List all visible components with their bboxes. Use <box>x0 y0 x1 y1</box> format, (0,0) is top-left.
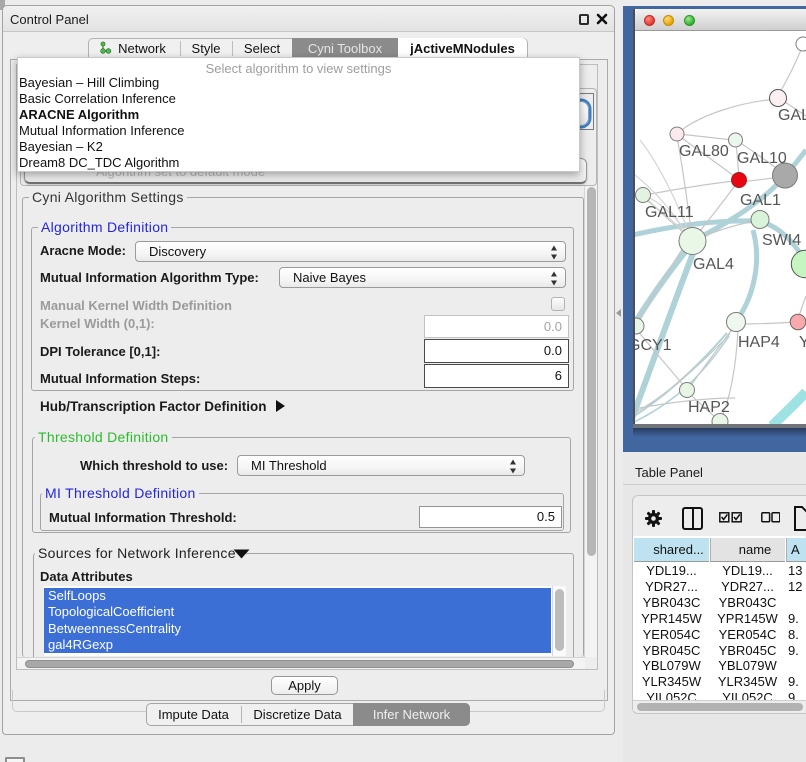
svg-text:GAL10: GAL10 <box>737 150 787 167</box>
svg-text:GAL11: GAL11 <box>645 204 694 221</box>
svg-text:HAP4: HAP4 <box>738 334 780 351</box>
svg-text:GAL80: GAL80 <box>679 143 729 160</box>
svg-text:GAL4: GAL4 <box>693 256 734 273</box>
svg-text:Y: Y <box>799 334 806 351</box>
svg-text:GCY1: GCY1 <box>635 337 672 354</box>
svg-text:GAL2: GAL2 <box>778 107 806 124</box>
svg-text:HAP2: HAP2 <box>688 399 730 416</box>
svg-text:GAL1: GAL1 <box>740 192 781 209</box>
svg-text:SWI4: SWI4 <box>762 232 801 249</box>
